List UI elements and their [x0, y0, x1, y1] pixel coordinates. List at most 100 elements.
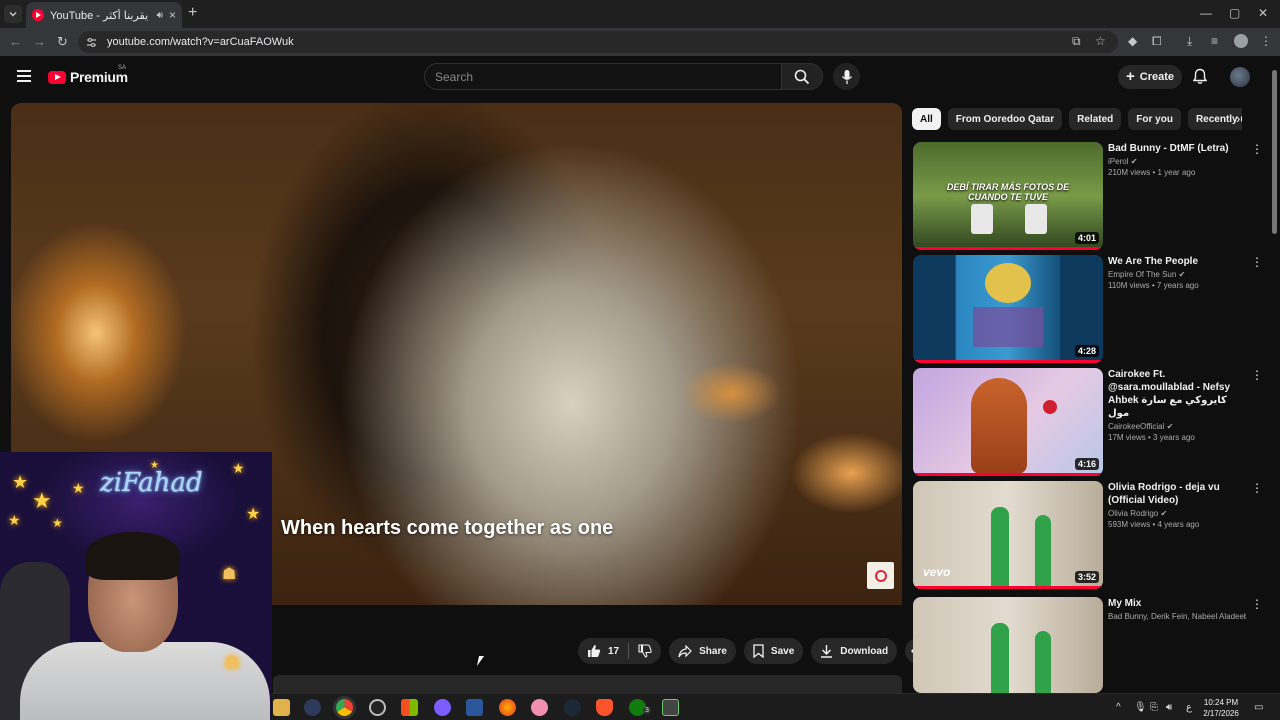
channel-watermark-icon[interactable]	[867, 562, 894, 589]
notifications-button[interactable]	[1192, 68, 1208, 90]
microphone-tray-icon[interactable]: 🎙︎	[1134, 702, 1147, 713]
tab-close-button[interactable]: ×	[169, 8, 176, 22]
site-settings-icon[interactable]	[86, 37, 97, 48]
share-button[interactable]: Share	[669, 638, 736, 664]
word-icon[interactable]	[466, 699, 483, 716]
dislike-button[interactable]	[629, 638, 661, 664]
recommendation-item[interactable]: vevo 3:52 Olivia Rodrigo - deja vu (Offi…	[913, 481, 1263, 589]
url-text[interactable]: youtube.com/watch?v=arCuaFAOWuk	[107, 36, 294, 48]
save-button[interactable]: Save	[743, 638, 804, 664]
lantern-icon: ☗	[222, 566, 237, 583]
video-thumbnail[interactable]: vevo 3:52	[913, 481, 1103, 589]
chip-all[interactable]: All	[912, 108, 941, 130]
channel-name[interactable]: Olivia Rodrigo ✔	[1108, 509, 1246, 518]
chat-app-icon[interactable]	[434, 699, 451, 716]
logo-country-code: SA	[118, 65, 127, 71]
chip-related[interactable]: Related	[1069, 108, 1122, 130]
tab-search-button[interactable]	[4, 5, 22, 23]
microsoft-store-icon[interactable]	[401, 699, 418, 716]
reload-icon[interactable]: ↻	[57, 34, 68, 50]
chip-from-ooredoo-qatar[interactable]: From Ooredoo Qatar	[947, 108, 1063, 130]
download-label: Download	[840, 645, 889, 657]
youtube-premium-logo[interactable]: Premium SA	[48, 65, 128, 85]
chip-recently-uploaded[interactable]: Recently uplo	[1187, 108, 1242, 130]
video-caption: When hearts come together as one	[281, 517, 614, 539]
clock-time: 10:24 PM	[1203, 698, 1239, 707]
bookmark-star-icon[interactable]: ☆	[1095, 34, 1106, 48]
browser-menu-icon[interactable]: ⋮	[1260, 34, 1272, 48]
logo-text: Premium	[70, 69, 128, 85]
volume-icon[interactable]: 🔊︎	[1166, 702, 1172, 713]
watch-progress-bar	[913, 247, 1103, 250]
download-button[interactable]: Download	[811, 638, 898, 664]
chrome-icon[interactable]	[336, 699, 353, 716]
chip-for-you[interactable]: For you	[1128, 108, 1181, 130]
search-button[interactable]	[781, 63, 823, 90]
more-vertical-icon[interactable]: ⋮	[1251, 482, 1263, 494]
more-vertical-icon[interactable]: ⋮	[1251, 143, 1263, 155]
minimize-button[interactable]: —	[1200, 6, 1212, 20]
app-icon[interactable]	[531, 699, 548, 716]
more-vertical-icon[interactable]: ⋮	[1251, 369, 1263, 381]
channel-name[interactable]: CairokeeOfficial ✔	[1108, 422, 1246, 431]
excel-like-icon[interactable]	[662, 699, 679, 716]
language-indicator[interactable]: ع	[1186, 702, 1192, 713]
star-decoration-icon: ★	[232, 460, 245, 476]
more-vertical-icon[interactable]: ⋮	[1251, 598, 1263, 610]
speaker-icon[interactable]: 🔊︎	[157, 10, 163, 21]
file-explorer-icon[interactable]	[273, 699, 290, 716]
channel-name[interactable]: Empire Of The Sun ✔	[1108, 270, 1246, 279]
recommendation-item[interactable]: 4:28 We Are The People Empire Of The Sun…	[913, 255, 1263, 363]
restore-button[interactable]: ▢	[1229, 6, 1240, 20]
create-button[interactable]: + Create	[1118, 65, 1182, 89]
brave-icon[interactable]	[596, 699, 613, 716]
extensions-puzzle-icon[interactable]: ⧠	[1152, 34, 1162, 49]
voice-search-button[interactable]	[833, 63, 860, 90]
video-title[interactable]: Olivia Rodrigo - deja vu (Official Video…	[1108, 481, 1246, 507]
recommendation-item[interactable]: 4:16 Cairokee Ft. @sara.moullablad - Nef…	[913, 368, 1263, 476]
duration-badge: 4:28	[1074, 345, 1099, 357]
download-icon[interactable]: ⤓	[1187, 34, 1192, 49]
search-box[interactable]	[424, 63, 782, 90]
video-thumbnail[interactable]	[913, 597, 1103, 693]
video-thumbnail[interactable]: 4:28	[913, 255, 1103, 363]
performance-monitor-icon[interactable]	[369, 699, 386, 716]
browser-tab-youtube[interactable]: YouTube - رمضان يقربنا أكثر 🔊︎ ×	[26, 2, 182, 28]
media-control-icon[interactable]: ≡	[1211, 34, 1218, 48]
account-avatar[interactable]	[1230, 67, 1250, 87]
discord-icon[interactable]	[304, 699, 321, 716]
video-thumbnail[interactable]: 4:16	[913, 368, 1103, 476]
like-button[interactable]: 17	[578, 638, 628, 664]
description-box[interactable]	[273, 675, 902, 693]
video-title[interactable]: Bad Bunny - DtMF (Letra)	[1108, 142, 1246, 155]
recommendation-item[interactable]: DEBÍ TIRAR MÁS FOTOS DE CUANDO TE TUVE 4…	[913, 142, 1263, 250]
tray-chevron-up-icon[interactable]: ^	[1116, 702, 1121, 713]
chevron-right-icon[interactable]: ›	[1236, 111, 1240, 126]
video-meta: 110M views • 7 years ago	[1108, 281, 1199, 290]
forward-arrow-icon[interactable]: →	[33, 34, 46, 49]
like-count: 17	[608, 645, 620, 657]
cast-icon[interactable]: ⧉	[1072, 34, 1081, 49]
hamburger-menu-icon[interactable]	[17, 70, 31, 82]
more-vertical-icon[interactable]: ⋮	[1251, 256, 1263, 268]
new-tab-button[interactable]: +	[188, 5, 197, 21]
video-thumbnail[interactable]: DEBÍ TIRAR MÁS FOTOS DE CUANDO TE TUVE 4…	[913, 142, 1103, 250]
steam-icon[interactable]	[564, 699, 581, 716]
search-input[interactable]	[435, 69, 781, 84]
scrollbar-thumb[interactable]	[1272, 70, 1277, 234]
browser-profile-avatar[interactable]	[1234, 34, 1248, 48]
address-bar[interactable]: youtube.com/watch?v=arCuaFAOWuk	[78, 31, 1118, 53]
recommendation-item[interactable]: My Mix Bad Bunny, Derik Fein, Nabeel Ala…	[913, 597, 1263, 693]
extension-diamond-icon[interactable]: ◆	[1128, 34, 1137, 48]
close-window-button[interactable]: ✕	[1258, 6, 1268, 20]
video-title[interactable]: My Mix	[1108, 597, 1246, 610]
system-clock[interactable]: 10:24 PM 2/17/2026	[1196, 697, 1246, 719]
back-arrow-icon[interactable]: ←	[9, 34, 22, 49]
firefox-icon[interactable]	[499, 699, 516, 716]
youtube-masthead: Premium SA + Create	[0, 56, 1280, 100]
notification-center-icon[interactable]: ▭	[1254, 702, 1263, 713]
video-title[interactable]: We Are The People	[1108, 255, 1246, 268]
video-title[interactable]: Cairokee Ft. @sara.moullablad - Nefsy Ah…	[1108, 368, 1246, 420]
network-icon[interactable]: ⎘	[1150, 702, 1158, 713]
channel-name[interactable]: iPerol ✔	[1108, 157, 1246, 166]
